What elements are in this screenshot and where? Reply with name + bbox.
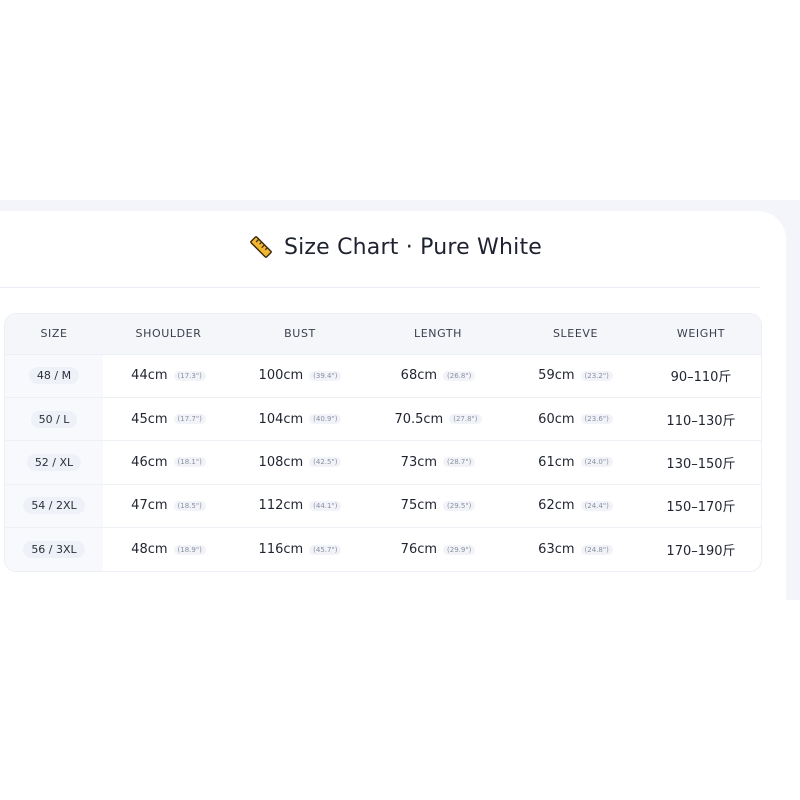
length-inch: (26.8"): [443, 370, 476, 381]
length-value: 75cm: [400, 498, 438, 514]
sleeve-value: 59cm: [538, 368, 575, 384]
bust-value: 112cm: [258, 498, 304, 514]
sleeve-cell: 63cm (24.8"): [510, 528, 641, 571]
shoulder-inch: (18.5"): [173, 500, 206, 511]
sleeve-value: 63cm: [538, 542, 575, 557]
size-pill: 52 / XL: [26, 453, 82, 471]
bust-value: 108cm: [258, 454, 304, 470]
weight-cell: 130–150斤: [666, 456, 736, 472]
size-pill: 54 / 2XL: [23, 497, 85, 515]
shoulder-cell: 45cm (17.7"): [103, 397, 234, 440]
bust-value: 100cm: [258, 368, 304, 384]
column-header-size: SIZE: [40, 327, 68, 341]
bust-inch: (44.1"): [309, 500, 342, 511]
sleeve-cell: 62cm (24.4"): [510, 484, 641, 527]
bust-cell: 100cm (39.4"): [234, 354, 366, 397]
bust-cell: 104cm (40.9"): [234, 397, 366, 440]
bust-inch: (39.4"): [309, 370, 342, 381]
weight-cell: 110–130斤: [666, 413, 736, 429]
length-cell: 75cm (29.5"): [366, 484, 510, 527]
ruler-icon: [248, 234, 274, 260]
bust-value: 116cm: [258, 542, 304, 557]
length-cell: 73cm (28.7"): [366, 441, 510, 484]
sleeve-inch: (24.4"): [580, 500, 613, 511]
size-pill: 50 / L: [30, 410, 78, 428]
length-inch: (28.7"): [443, 457, 476, 468]
column-header-bust: BUST: [284, 327, 316, 341]
size-chart-card: Size Chart · Pure White SIZE SHOULDER BU…: [0, 211, 786, 600]
sleeve-value: 61cm: [538, 454, 575, 470]
column-header-weight: WEIGHT: [676, 327, 726, 341]
shoulder-cell: 48cm (18.9"): [103, 528, 234, 571]
table-row: 48 / M 44cm (17.3") 100cm (39.4") 68cm (26.…: [5, 354, 761, 398]
size-pill: 56 / 3XL: [23, 541, 85, 558]
size-table: SIZE SHOULDER BUST LENGTH SLEEVE WEIGHT …: [5, 314, 761, 571]
bust-cell: 108cm (42.5"): [234, 441, 366, 484]
shoulder-inch: (18.9"): [173, 544, 206, 555]
sleeve-value: 62cm: [538, 498, 575, 514]
shoulder-cell: 46cm (18.1"): [103, 441, 234, 484]
sleeve-inch: (23.6"): [580, 414, 613, 425]
shoulder-value: 47cm: [131, 498, 168, 514]
bust-cell: 112cm (44.1"): [234, 484, 366, 527]
bust-inch: (45.7"): [309, 544, 342, 555]
shoulder-value: 48cm: [131, 542, 168, 557]
length-value: 73cm: [400, 454, 438, 470]
bust-value: 104cm: [258, 411, 304, 427]
table-row: 56 / 3XL 48cm (18.9") 116cm (45.7") 76cm (2…: [5, 527, 761, 571]
weight-cell: 170–190斤: [666, 544, 736, 559]
size-table-container: SIZE SHOULDER BUST LENGTH SLEEVE WEIGHT …: [4, 313, 762, 572]
bust-inch: (42.5"): [309, 457, 342, 468]
shoulder-value: 46cm: [131, 454, 168, 470]
sleeve-cell: 59cm (23.2"): [510, 354, 641, 397]
sleeve-value: 60cm: [538, 411, 575, 427]
shoulder-cell: 44cm (17.3"): [103, 354, 234, 397]
sleeve-inch: (24.0"): [580, 457, 613, 468]
size-pill: 48 / M: [28, 367, 80, 385]
weight-cell: 150–170斤: [666, 500, 736, 516]
bust-inch: (40.9"): [309, 414, 342, 425]
size-cell: 50 / L: [5, 397, 103, 441]
table-row: 52 / XL 46cm (18.1") 108cm (42.5") 73cm (28…: [5, 440, 761, 485]
shoulder-inch: (17.7"): [173, 414, 206, 425]
column-header-length: LENGTH: [413, 327, 463, 341]
shoulder-value: 44cm: [131, 368, 168, 384]
shoulder-inch: (18.1"): [173, 457, 206, 468]
column-header-sleeve: SLEEVE: [552, 327, 599, 341]
sleeve-cell: 60cm (23.6"): [510, 397, 641, 440]
sleeve-cell: 61cm (24.0"): [510, 441, 641, 484]
weight-cell: 90–110斤: [670, 370, 732, 386]
card-title: Size Chart · Pure White: [283, 234, 543, 260]
shoulder-cell: 47cm (18.5"): [103, 484, 234, 527]
title-wrap: Size Chart · Pure White: [248, 234, 542, 260]
sleeve-inch: (24.8"): [580, 544, 613, 555]
length-inch: (27.8"): [449, 414, 482, 425]
length-value: 68cm: [400, 368, 438, 384]
size-cell: 56 / 3XL: [5, 527, 103, 571]
size-cell: 54 / 2XL: [5, 484, 103, 528]
bust-cell: 116cm (45.7"): [234, 528, 366, 571]
size-cell: 48 / M: [5, 354, 103, 398]
shoulder-inch: (17.3"): [173, 370, 206, 381]
page: Size Chart · Pure White SIZE SHOULDER BU…: [0, 0, 800, 800]
length-cell: 70.5cm (27.8"): [366, 397, 510, 440]
table-header-row: SIZE SHOULDER BUST LENGTH SLEEVE WEIGHT: [5, 314, 761, 354]
card-header: Size Chart · Pure White: [0, 211, 760, 288]
length-value: 76cm: [400, 542, 438, 557]
table-row: 50 / L 45cm (17.7") 104cm (40.9") 70.5cm (2…: [5, 397, 761, 441]
sleeve-inch: (23.2"): [580, 370, 613, 381]
length-inch: (29.5"): [443, 500, 476, 511]
length-cell: 68cm (26.8"): [366, 354, 510, 397]
size-cell: 52 / XL: [5, 440, 103, 485]
shoulder-value: 45cm: [131, 411, 168, 427]
length-cell: 76cm (29.9"): [366, 528, 510, 571]
column-header-shoulder: SHOULDER: [135, 327, 202, 341]
length-inch: (29.9"): [443, 544, 476, 555]
length-value: 70.5cm: [394, 411, 444, 427]
table-row: 54 / 2XL 47cm (18.5") 112cm (44.1") 75cm (2…: [5, 484, 761, 528]
